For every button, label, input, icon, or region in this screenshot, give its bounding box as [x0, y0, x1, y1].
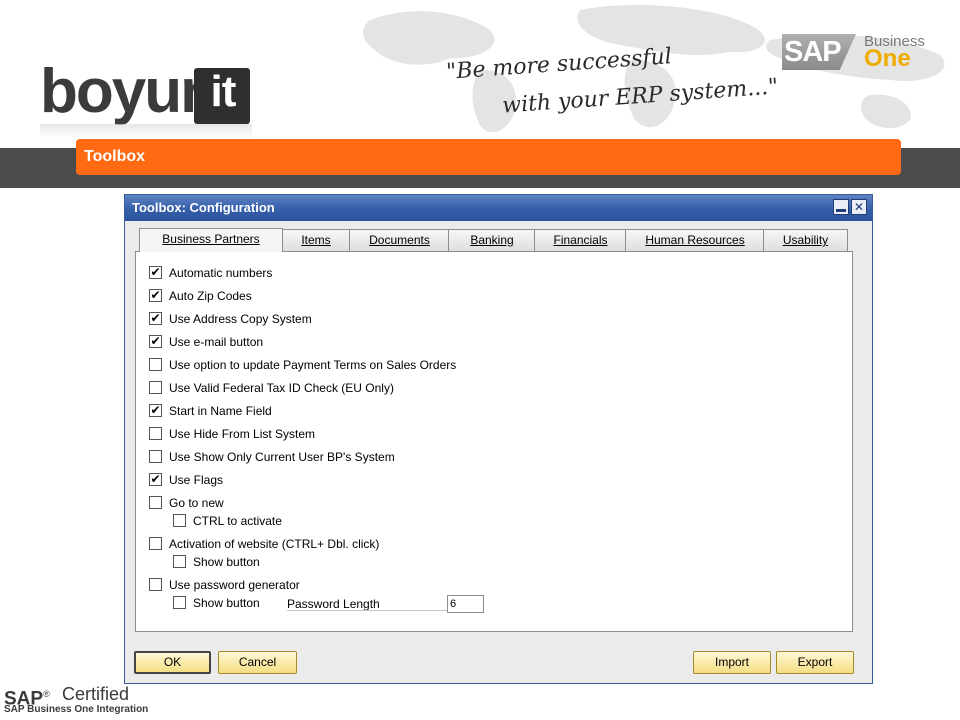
- option-label: Use Show Only Current User BP's System: [169, 450, 395, 464]
- tab-banking[interactable]: Banking: [448, 229, 536, 251]
- checkbox[interactable]: [149, 578, 162, 591]
- option-label: Auto Zip Codes: [169, 289, 252, 303]
- checkbox[interactable]: [173, 555, 186, 568]
- sap-logo-text: SAP: [784, 36, 842, 68]
- tab-label: Human Resources: [645, 233, 745, 247]
- password-length-underline: [287, 610, 447, 611]
- checkbox[interactable]: [149, 381, 162, 394]
- minimize-icon: [836, 209, 846, 212]
- ok-button[interactable]: OK: [134, 651, 211, 674]
- tab-label: Business Partners: [162, 232, 260, 246]
- export-button[interactable]: Export: [776, 651, 854, 674]
- check-icon: ✔: [150, 311, 161, 325]
- dialog-titlebar[interactable]: Toolbox: Configuration ✕: [125, 195, 872, 221]
- option-label: Automatic numbers: [169, 266, 273, 280]
- minimize-button[interactable]: [833, 199, 849, 215]
- check-icon: ✔: [150, 472, 161, 486]
- title-banner: [76, 139, 901, 175]
- checkbox[interactable]: ✔: [149, 334, 162, 348]
- close-button[interactable]: ✕: [851, 199, 867, 215]
- check-icon: ✔: [150, 403, 161, 417]
- check-icon: ✔: [150, 265, 161, 279]
- option-label: Use Hide From List System: [169, 427, 316, 441]
- boyum-logo-it: it: [210, 67, 237, 116]
- tab-label: Banking: [470, 233, 514, 247]
- sap-certified-subtitle: SAP Business One Integration: [4, 704, 149, 715]
- cancel-button[interactable]: Cancel: [218, 651, 297, 674]
- option-label: Use option to update Payment Terms on Sa…: [169, 358, 457, 372]
- option-label: Use Flags: [169, 473, 224, 487]
- checkbox[interactable]: [173, 514, 186, 527]
- checkbox[interactable]: [149, 358, 162, 371]
- tab-label: Items: [301, 233, 331, 247]
- tab-label: Documents: [369, 233, 430, 247]
- checkbox[interactable]: [149, 496, 162, 509]
- option-label: Activation of website (CTRL+ Dbl. click): [169, 537, 380, 551]
- check-icon: ✔: [150, 288, 161, 302]
- tab-items[interactable]: Items: [281, 229, 351, 251]
- option-label: Show button: [193, 555, 260, 569]
- option-label: Show button: [193, 596, 260, 610]
- tab-bar: Business Partners Items Documents Bankin…: [131, 228, 871, 252]
- tab-label: Usability: [782, 233, 829, 247]
- option-label: CTRL to activate: [193, 514, 282, 528]
- option-label: Use Address Copy System: [169, 312, 312, 326]
- dialog-title: Toolbox: Configuration: [132, 200, 275, 215]
- checkbox[interactable]: ✔: [149, 265, 162, 279]
- checkbox[interactable]: [149, 537, 162, 550]
- checkbox[interactable]: ✔: [149, 472, 162, 486]
- tab-documents[interactable]: Documents: [349, 229, 450, 251]
- password-length-input[interactable]: 6: [447, 595, 484, 613]
- tab-business-partners[interactable]: Business Partners: [139, 228, 283, 252]
- option-label: Use password generator: [169, 578, 300, 592]
- close-icon: ✕: [853, 200, 865, 214]
- option-label: Use Valid Federal Tax ID Check (EU Only): [169, 381, 394, 395]
- option-label: Start in Name Field: [169, 404, 272, 418]
- registered-mark: ®: [43, 689, 50, 699]
- tab-label: Financials: [553, 233, 608, 247]
- sap-one-text: One: [864, 45, 911, 72]
- option-label: Use e-mail button: [169, 335, 264, 349]
- checkbox[interactable]: [173, 596, 186, 609]
- checkbox[interactable]: ✔: [149, 403, 162, 417]
- checkbox[interactable]: ✔: [149, 288, 162, 302]
- sap-certified-text: Certified: [62, 684, 130, 704]
- import-button[interactable]: Import: [693, 651, 771, 674]
- banner-title: Toolbox: [84, 148, 146, 165]
- logo-reflection: [40, 124, 252, 138]
- tab-usability[interactable]: Usability: [763, 229, 848, 251]
- checkbox[interactable]: [149, 427, 162, 440]
- tab-human-resources[interactable]: Human Resources: [625, 229, 765, 251]
- checkbox[interactable]: [149, 450, 162, 463]
- configuration-dialog: Toolbox: Configuration ✕ Business Partne…: [124, 194, 873, 684]
- tab-financials[interactable]: Financials: [534, 229, 627, 251]
- checkbox[interactable]: ✔: [149, 311, 162, 325]
- business-partners-panel: ✔ Automatic numbers ✔ Auto Zip Codes ✔ U…: [135, 251, 853, 632]
- check-icon: ✔: [150, 334, 161, 348]
- option-label: Go to new: [169, 496, 224, 510]
